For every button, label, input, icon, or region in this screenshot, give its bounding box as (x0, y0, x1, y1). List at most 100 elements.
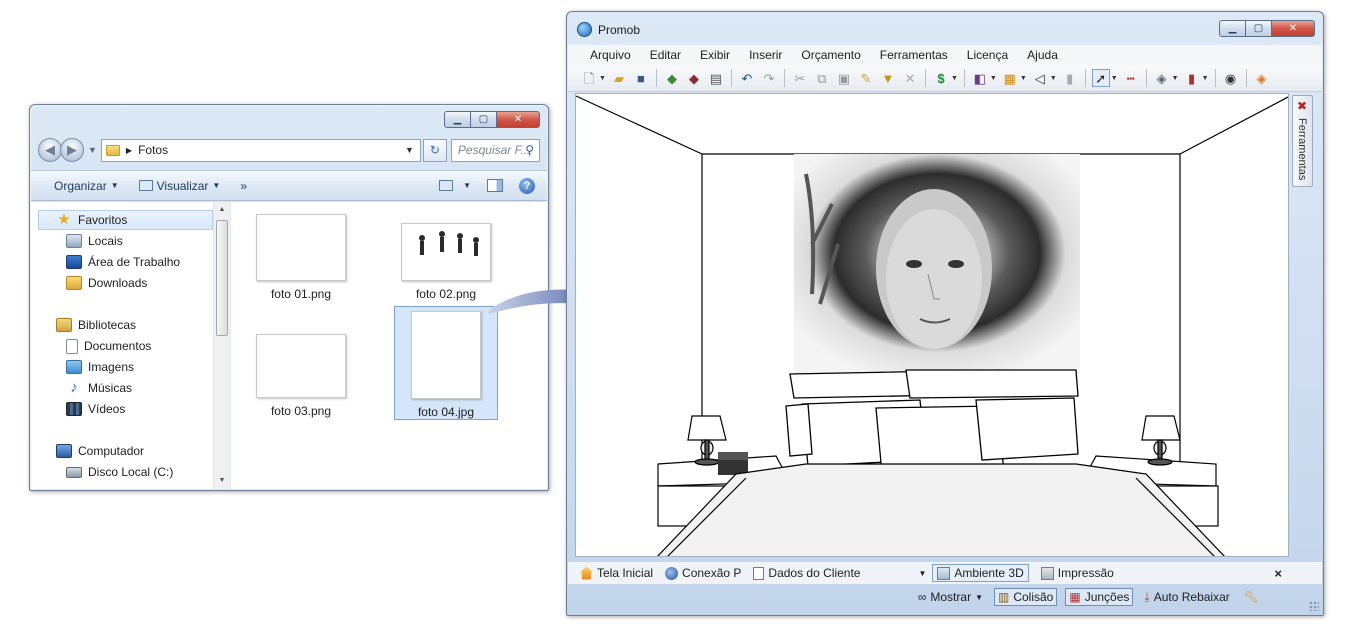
nav-scrollbar[interactable]: ▲ ▼ (213, 202, 230, 489)
joints-toggle[interactable]: ▦ Junções (1065, 588, 1134, 606)
plugin-icon[interactable]: ◈ (1253, 69, 1271, 87)
maximize-button[interactable]: ▢ (1245, 20, 1272, 37)
nav-item-desktop[interactable]: Área de Trabalho (66, 252, 180, 272)
new-file-icon[interactable]: 🗋 (580, 69, 598, 87)
view-button[interactable]: Visualizar ▼ (138, 179, 220, 193)
tab-conexao[interactable]: Conexão P (665, 566, 741, 580)
tools-side-tab[interactable]: ✖ Ferramentas (1292, 95, 1313, 187)
eye-icon[interactable]: ◉ (1222, 69, 1240, 87)
elevation-icon[interactable]: ▮ (1183, 69, 1201, 87)
address-bar[interactable]: ▶ Fotos ▼ (100, 138, 421, 162)
maximize-button[interactable]: ▢ (470, 111, 497, 128)
close-button[interactable]: ✕ (1271, 20, 1315, 37)
nav-libraries[interactable]: Bibliotecas (56, 315, 136, 335)
open-folder-icon[interactable]: ▰ (610, 69, 628, 87)
redo-icon[interactable]: ↷ (760, 69, 778, 87)
forward-button[interactable]: ▶ (60, 138, 84, 162)
menu-ajuda[interactable]: Ajuda (1027, 48, 1058, 62)
nav-favorites[interactable]: ★ Favoritos (38, 210, 213, 230)
file-item[interactable]: foto 02.png (394, 223, 498, 301)
cut-icon[interactable]: ✂ (791, 69, 809, 87)
minimize-button[interactable]: ▁ (444, 111, 471, 128)
chevron-down-icon[interactable]: ▼ (1020, 75, 1027, 82)
nav-item-downloads[interactable]: Downloads (66, 273, 147, 293)
paint-icon[interactable]: ✎ (857, 69, 875, 87)
chevron-down-icon[interactable]: ▼ (1202, 75, 1209, 82)
tab-overflow-icon[interactable]: ▼ (918, 569, 926, 578)
budget-icon[interactable]: $ (932, 69, 950, 87)
tab-tela-inicial[interactable]: Tela Inicial (580, 566, 653, 580)
nav-item-local-disk[interactable]: Disco Local (C:) (66, 462, 173, 482)
help-icon[interactable]: ? (519, 177, 535, 194)
collision-toggle[interactable]: ▥ Colisão (993, 588, 1058, 606)
scroll-down-icon[interactable]: ▼ (214, 473, 230, 489)
tab-dados-cliente[interactable]: Dados do Cliente (753, 566, 860, 580)
file-item[interactable]: foto 01.png (249, 214, 353, 301)
scroll-up-icon[interactable]: ▲ (214, 202, 230, 218)
scrollbar-thumb[interactable] (216, 220, 228, 336)
render-icon[interactable]: ◆ (663, 69, 681, 87)
menu-orcamento[interactable]: Orçamento (801, 48, 860, 62)
chevron-down-icon[interactable]: ▼ (599, 75, 606, 82)
paste-icon[interactable]: ▣ (835, 69, 853, 87)
menu-editar[interactable]: Editar (650, 48, 681, 62)
auto-lower-toggle[interactable]: ⤓ Auto Rebaixar (1141, 589, 1232, 606)
show-dropdown[interactable]: ∞ Mostrar ▼ (915, 589, 986, 605)
undo-icon[interactable]: ↶ (738, 69, 756, 87)
render-quality-icon[interactable]: ◆ (685, 69, 703, 87)
delete-icon[interactable]: ✕ (901, 69, 919, 87)
minimize-button[interactable]: ▁ (1219, 20, 1246, 37)
breadcrumb-arrow-icon[interactable]: ▶ (126, 146, 132, 155)
nav-item-music[interactable]: ♪ Músicas (66, 378, 132, 398)
shape-icon[interactable]: ◁ (1031, 69, 1049, 87)
chevron-down-icon[interactable]: ▼ (1050, 75, 1057, 82)
nav-item-images[interactable]: Imagens (66, 357, 134, 377)
nav-item-documents[interactable]: Documentos (66, 336, 151, 356)
menu-licenca[interactable]: Licença (967, 48, 1008, 62)
jumping-people-thumbnail (401, 223, 491, 281)
wall-icon[interactable]: ▦ (1001, 69, 1019, 87)
chevron-down-icon[interactable]: ▼ (951, 75, 958, 82)
chevron-down-icon[interactable]: ▼ (1172, 75, 1179, 82)
plan-icon[interactable]: ◧ (971, 69, 989, 87)
back-button[interactable]: ◀ (38, 138, 62, 162)
search-input[interactable]: Pesquisar F... ⚲ (450, 138, 540, 162)
print-icon[interactable]: ▤ (707, 69, 725, 87)
change-view-button[interactable]: ▼ (439, 180, 471, 191)
close-tab-icon[interactable]: × (1274, 566, 1282, 581)
resize-grip[interactable] (1309, 601, 1319, 611)
tools-button[interactable]: 🔧︎ (1241, 589, 1262, 605)
preview-pane-icon[interactable] (487, 179, 503, 192)
menu-inserir[interactable]: Inserir (749, 48, 782, 62)
viewport-3d[interactable] (575, 93, 1289, 557)
jumping-people-figure (419, 231, 479, 256)
refresh-button[interactable]: ↻ (422, 138, 447, 162)
address-dropdown-icon[interactable]: ▼ (405, 145, 414, 155)
breadcrumb-fotos[interactable]: Fotos (138, 143, 168, 157)
chevron-down-icon[interactable]: ▼ (1111, 75, 1118, 82)
chevron-down-icon[interactable]: ▼ (990, 75, 997, 82)
history-dropdown-icon[interactable]: ▼ (88, 145, 97, 155)
copy-icon[interactable]: ⧉ (813, 69, 831, 87)
more-commands-button[interactable]: » (240, 179, 247, 193)
menu-ferramentas[interactable]: Ferramentas (880, 48, 948, 62)
nav-item-videos[interactable]: Vídeos (66, 399, 125, 419)
menu-arquivo[interactable]: Arquivo (590, 48, 631, 62)
file-item[interactable]: foto 03.png (249, 334, 353, 418)
brush-icon[interactable]: ▼ (879, 69, 897, 87)
file-item-selected[interactable]: foto 04.jpg (394, 306, 498, 420)
nav-computer[interactable]: Computador (56, 441, 144, 461)
layers-icon[interactable]: ◈ (1153, 69, 1171, 87)
nav-item-locais[interactable]: Locais (66, 231, 123, 251)
save-icon[interactable]: ■ (632, 69, 650, 87)
organize-button[interactable]: Organizar ▼ (54, 179, 119, 193)
views-icon (138, 180, 153, 191)
search-icon[interactable]: ⚲ (525, 143, 534, 157)
door-icon[interactable]: ▮ (1061, 69, 1079, 87)
close-button[interactable]: ✕ (496, 111, 540, 128)
tab-impressao[interactable]: Impressão (1040, 566, 1114, 580)
select-cursor-icon[interactable]: ➚ (1091, 69, 1110, 87)
measure-icon[interactable]: ┅ (1122, 69, 1140, 87)
tab-ambiente-3d[interactable]: Ambiente 3D (932, 564, 1029, 582)
menu-exibir[interactable]: Exibir (700, 48, 730, 62)
